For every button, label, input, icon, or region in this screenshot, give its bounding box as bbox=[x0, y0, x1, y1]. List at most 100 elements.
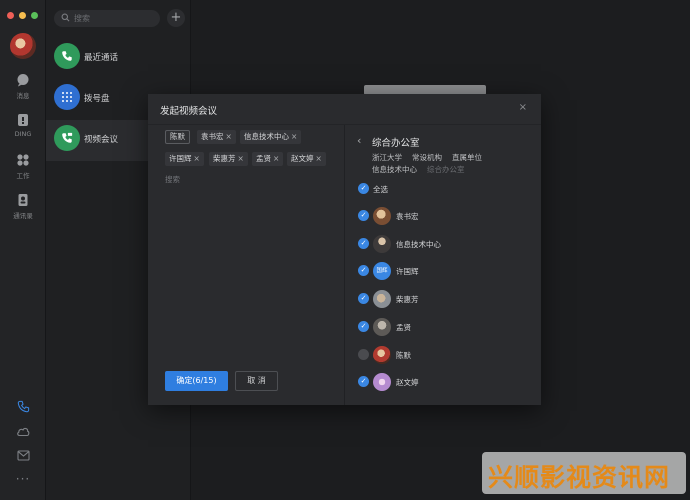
checkbox-checked-icon[interactable]: ✓ bbox=[358, 210, 369, 221]
dialpad-icon bbox=[54, 84, 80, 110]
zoom-window-button[interactable] bbox=[31, 12, 38, 19]
watermark: 兴顺影视资讯网 bbox=[482, 452, 686, 494]
contacts-icon bbox=[16, 193, 30, 207]
left-rail: 消息 DING 工作 通讯录 ··· bbox=[0, 0, 46, 500]
member-row[interactable]: ✓ 孟贤 bbox=[358, 317, 528, 337]
ding-icon bbox=[16, 113, 30, 127]
watermark-text: 兴顺影视资讯网 bbox=[488, 463, 671, 492]
rail-item-contacts[interactable]: 通讯录 bbox=[0, 193, 46, 220]
minimize-window-button[interactable] bbox=[19, 12, 26, 19]
member-name: 信息技术中心 bbox=[396, 240, 441, 249]
rail-label: 工作 bbox=[16, 172, 30, 180]
message-icon bbox=[16, 73, 30, 87]
selected-tag-it-center[interactable]: 信息技术中心 × bbox=[240, 130, 302, 144]
org-panel: ‹ 综合办公室 浙江大学 常设机构 直属单位 信息技术中心 综合办公室 ✓ 全选… bbox=[345, 125, 541, 405]
breadcrumb-item[interactable]: 直属单位 bbox=[452, 152, 482, 163]
avatar bbox=[373, 318, 391, 336]
menu-item-label: 拨号盘 bbox=[84, 94, 110, 104]
member-name: 袁书宏 bbox=[396, 212, 419, 221]
selected-tag-meng-xian[interactable]: 孟贤 × bbox=[252, 152, 284, 166]
rail-item-work[interactable]: 工作 bbox=[0, 153, 46, 180]
recent-calls-icon bbox=[54, 43, 80, 69]
confirm-button[interactable]: 确定(6/15) bbox=[165, 371, 228, 391]
checkbox-checked-icon[interactable]: ✓ bbox=[358, 183, 369, 194]
checkbox-checked-icon[interactable]: ✓ bbox=[358, 321, 369, 332]
selected-tag-xu-guohui[interactable]: 许国辉 × bbox=[165, 152, 204, 166]
video-meeting-icon bbox=[54, 125, 80, 151]
rail-item-ding[interactable]: DING bbox=[0, 113, 46, 138]
selected-tag-chai-huifang[interactable]: 柴惠芳 × bbox=[209, 152, 248, 166]
back-arrow-icon[interactable]: ‹ bbox=[357, 134, 361, 147]
member-name: 孟贤 bbox=[396, 323, 411, 332]
checkbox-checked-icon[interactable]: ✓ bbox=[358, 238, 369, 249]
rail-item-messages[interactable]: 消息 bbox=[0, 73, 46, 100]
member-name: 陈默 bbox=[396, 351, 411, 360]
rail-label: 消息 bbox=[16, 92, 30, 100]
menu-item-label: 最近通话 bbox=[84, 53, 119, 63]
rail-label: 通讯录 bbox=[13, 212, 33, 220]
checkbox-checked-icon[interactable]: ✓ bbox=[358, 376, 369, 387]
member-row[interactable]: ✓ 赵文婷 bbox=[358, 372, 528, 392]
search-input[interactable]: 搜索 bbox=[54, 10, 160, 27]
tag-label: 许国辉 bbox=[169, 154, 192, 163]
close-window-button[interactable] bbox=[7, 12, 14, 19]
mail-icon[interactable] bbox=[0, 450, 46, 464]
selected-tag-yuan-shuhong[interactable]: 袁书宏 × bbox=[197, 130, 236, 144]
breadcrumb-item[interactable]: 常设机构 bbox=[412, 152, 442, 163]
avatar bbox=[373, 235, 391, 253]
tag-label: 袁书宏 bbox=[201, 132, 224, 141]
apps-grid-icon bbox=[16, 153, 30, 167]
remove-icon[interactable]: × bbox=[194, 154, 200, 163]
selected-tag-zhao-wenting[interactable]: 赵文婷 × bbox=[287, 152, 326, 166]
avatar bbox=[373, 373, 391, 391]
close-icon[interactable]: × bbox=[519, 102, 527, 113]
select-all-label: 全选 bbox=[373, 185, 388, 194]
member-search-input[interactable]: 搜索 bbox=[165, 174, 180, 185]
avatar bbox=[373, 346, 391, 364]
member-name: 许国辉 bbox=[396, 267, 419, 276]
remove-icon[interactable]: × bbox=[226, 132, 232, 141]
selected-panel: 陈默 袁书宏 × 信息技术中心 × 许国辉 × 柴惠芳 × 孟贤 × 赵文婷 × 搜索 确定… bbox=[148, 125, 344, 405]
member-name: 柴惠芳 bbox=[396, 295, 419, 304]
user-avatar[interactable] bbox=[10, 33, 36, 59]
tag-label: 孟贤 bbox=[256, 154, 271, 163]
search-placeholder: 搜索 bbox=[74, 14, 90, 23]
more-icon[interactable]: ··· bbox=[0, 472, 46, 486]
tag-label: 陈默 bbox=[170, 132, 185, 141]
checkbox-unchecked-icon[interactable]: ✓ bbox=[358, 349, 369, 360]
checkbox-checked-icon[interactable]: ✓ bbox=[358, 293, 369, 304]
member-row[interactable]: ✓ 陈默 bbox=[358, 345, 528, 365]
tag-label: 信息技术中心 bbox=[244, 132, 289, 141]
menu-item-recent-calls[interactable]: 最近通话 bbox=[46, 38, 191, 79]
remove-icon[interactable]: × bbox=[273, 154, 279, 163]
search-icon bbox=[61, 13, 70, 25]
member-row[interactable]: ✓ 国辉 许国辉 bbox=[358, 261, 528, 281]
video-meeting-dialog: 发起视频会议 × 陈默 袁书宏 × 信息技术中心 × 许国辉 × 柴惠芳 × 孟贤 × 赵… bbox=[148, 94, 541, 405]
avatar: 国辉 bbox=[373, 262, 391, 280]
tag-label: 赵文婷 bbox=[291, 154, 314, 163]
member-row[interactable]: ✓ 信息技术中心 bbox=[358, 234, 528, 254]
menu-item-label: 视频会议 bbox=[84, 135, 119, 145]
cloud-icon[interactable] bbox=[0, 425, 46, 441]
breadcrumb-item[interactable]: 信息技术中心 bbox=[372, 164, 417, 175]
org-title: 综合办公室 bbox=[372, 138, 420, 149]
remove-icon[interactable]: × bbox=[291, 132, 297, 141]
avatar bbox=[373, 207, 391, 225]
breadcrumb-item[interactable]: 浙江大学 bbox=[372, 152, 402, 163]
selected-tag-chen-mo[interactable]: 陈默 bbox=[165, 130, 190, 144]
phone-icon[interactable] bbox=[0, 400, 46, 416]
rail-label: DING bbox=[14, 130, 32, 138]
remove-icon[interactable]: × bbox=[238, 154, 244, 163]
tag-label: 柴惠芳 bbox=[213, 154, 236, 163]
add-button[interactable]: + bbox=[167, 9, 185, 27]
avatar bbox=[373, 290, 391, 308]
remove-icon[interactable]: × bbox=[316, 154, 322, 163]
select-all-row[interactable]: ✓ 全选 bbox=[358, 179, 528, 199]
member-name: 赵文婷 bbox=[396, 378, 419, 387]
checkbox-checked-icon[interactable]: ✓ bbox=[358, 265, 369, 276]
breadcrumb-current: 综合办公室 bbox=[427, 165, 465, 174]
member-row[interactable]: ✓ 袁书宏 bbox=[358, 206, 528, 226]
cancel-button[interactable]: 取 消 bbox=[235, 371, 278, 391]
member-row[interactable]: ✓ 柴惠芳 bbox=[358, 289, 528, 309]
window-controls bbox=[7, 12, 38, 19]
